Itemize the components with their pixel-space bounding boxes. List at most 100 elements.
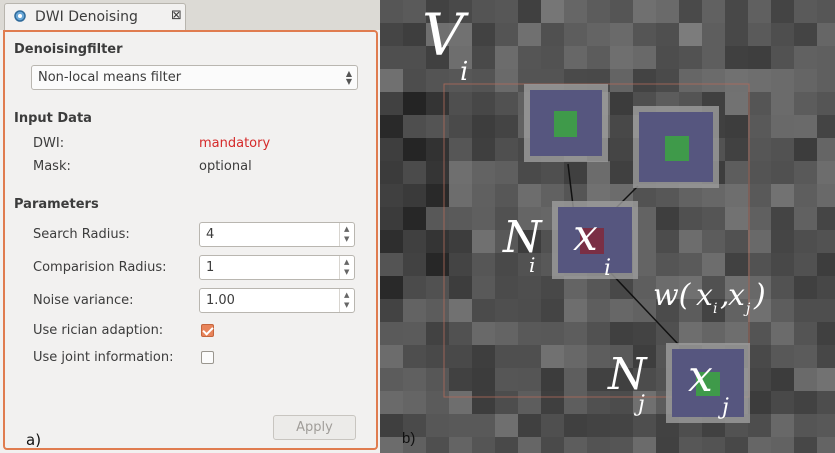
- noise-tile: [794, 115, 817, 138]
- noise-tile: [495, 161, 518, 184]
- noise-tile: [380, 345, 403, 368]
- noise-tile: [495, 23, 518, 46]
- noise-tile: [541, 368, 564, 391]
- spin-up-icon[interactable]: ▲: [344, 225, 349, 233]
- noise-tile: [702, 230, 725, 253]
- noise-tile: [771, 207, 794, 230]
- label-w-x1: x: [696, 278, 713, 313]
- noise-tile: [817, 69, 835, 92]
- noise-tile: [403, 184, 426, 207]
- noise-tile: [748, 414, 771, 437]
- noise-tile: [380, 23, 403, 46]
- noise-tile: [794, 299, 817, 322]
- noise-tile: [564, 276, 587, 299]
- dwi-value[interactable]: mandatory: [199, 136, 270, 151]
- noise-tile: [518, 23, 541, 46]
- spin-down-icon[interactable]: ▼: [344, 301, 349, 309]
- noise-tile: [380, 391, 403, 414]
- noise-tile: [817, 276, 835, 299]
- tab-bar: DWI Denoising ⊠: [0, 0, 380, 30]
- noise-tile: [610, 92, 633, 115]
- noise-tile: [426, 138, 449, 161]
- comparison-radius-value: 1: [206, 260, 215, 275]
- noise-tile: [817, 368, 835, 391]
- noise-tile: [771, 161, 794, 184]
- tab-dwi-denoising[interactable]: DWI Denoising ⊠: [4, 3, 186, 30]
- noise-tile: [449, 391, 472, 414]
- noise-tile: [449, 299, 472, 322]
- spin-up-icon[interactable]: ▲: [344, 258, 349, 266]
- noise-tile: [702, 322, 725, 345]
- noise-tile: [472, 161, 495, 184]
- noise-tile: [472, 207, 495, 230]
- noise-tile: [702, 253, 725, 276]
- noise-tile: [449, 437, 472, 453]
- figure-canvas: V i N i x i N j x j w( x i , x j ) b): [380, 0, 835, 453]
- mask-value[interactable]: optional: [199, 159, 252, 174]
- denoisingfilter-heading: Denoisingfilter: [14, 42, 123, 57]
- noise-tile: [426, 115, 449, 138]
- noise-tile: [564, 299, 587, 322]
- noise-tile: [794, 207, 817, 230]
- noise-tile: [449, 345, 472, 368]
- noise-tile: [495, 184, 518, 207]
- noise-tile: [564, 345, 587, 368]
- noise-tile: [679, 69, 702, 92]
- noise-variance-spinbox[interactable]: 1.00 ▲ ▼: [199, 288, 355, 313]
- noise-tile: [633, 414, 656, 437]
- joint-label: Use joint information:: [33, 350, 174, 365]
- noise-tile: [610, 115, 633, 138]
- noise-tile: [748, 322, 771, 345]
- noise-tile: [679, 23, 702, 46]
- noise-tile: [472, 230, 495, 253]
- noise-tile: [702, 46, 725, 69]
- noise-tile: [541, 23, 564, 46]
- noise-tile: [426, 253, 449, 276]
- noise-tile: [794, 368, 817, 391]
- noise-tile: [426, 322, 449, 345]
- apply-button[interactable]: Apply: [273, 415, 356, 440]
- noise-tile: [610, 414, 633, 437]
- joint-checkbox[interactable]: [201, 351, 214, 364]
- noise-tile: [817, 322, 835, 345]
- close-icon[interactable]: ⊠: [171, 8, 182, 23]
- noise-tile: [495, 138, 518, 161]
- noise-tile: [426, 368, 449, 391]
- noise-tile: [679, 253, 702, 276]
- noise-tile: [725, 115, 748, 138]
- noise-tile: [817, 0, 835, 23]
- noise-tile: [817, 253, 835, 276]
- noise-tile: [380, 184, 403, 207]
- noise-tile: [426, 437, 449, 453]
- noise-tile: [656, 207, 679, 230]
- noise-tile: [748, 207, 771, 230]
- spin-down-icon[interactable]: ▼: [344, 235, 349, 243]
- noise-tile: [656, 23, 679, 46]
- search-radius-spinbox[interactable]: 4 ▲ ▼: [199, 222, 355, 247]
- noise-tile: [472, 345, 495, 368]
- spin-up-icon[interactable]: ▲: [344, 291, 349, 299]
- noise-tile: [794, 437, 817, 453]
- noise-tile: [679, 437, 702, 453]
- noise-tile: [495, 92, 518, 115]
- filter-select[interactable]: Non-local means filter ▲ ▼: [31, 65, 358, 90]
- filter-select-value: Non-local means filter: [38, 70, 182, 85]
- noise-tile: [610, 437, 633, 453]
- noise-tile: [702, 207, 725, 230]
- noise-tile: [748, 161, 771, 184]
- noise-tile: [472, 92, 495, 115]
- noise-tile: [380, 92, 403, 115]
- noise-tile: [771, 115, 794, 138]
- rician-checkbox[interactable]: [201, 324, 214, 337]
- noise-tile: [817, 115, 835, 138]
- spin-down-icon[interactable]: ▼: [344, 268, 349, 276]
- noise-tile: [587, 414, 610, 437]
- noise-tile: [748, 184, 771, 207]
- noise-tile: [817, 414, 835, 437]
- noise-tile: [794, 276, 817, 299]
- noise-tile: [817, 391, 835, 414]
- noise-tile: [541, 322, 564, 345]
- comparison-radius-spinbox[interactable]: 1 ▲ ▼: [199, 255, 355, 280]
- noise-tile: [748, 0, 771, 23]
- noise-tile: [564, 0, 587, 23]
